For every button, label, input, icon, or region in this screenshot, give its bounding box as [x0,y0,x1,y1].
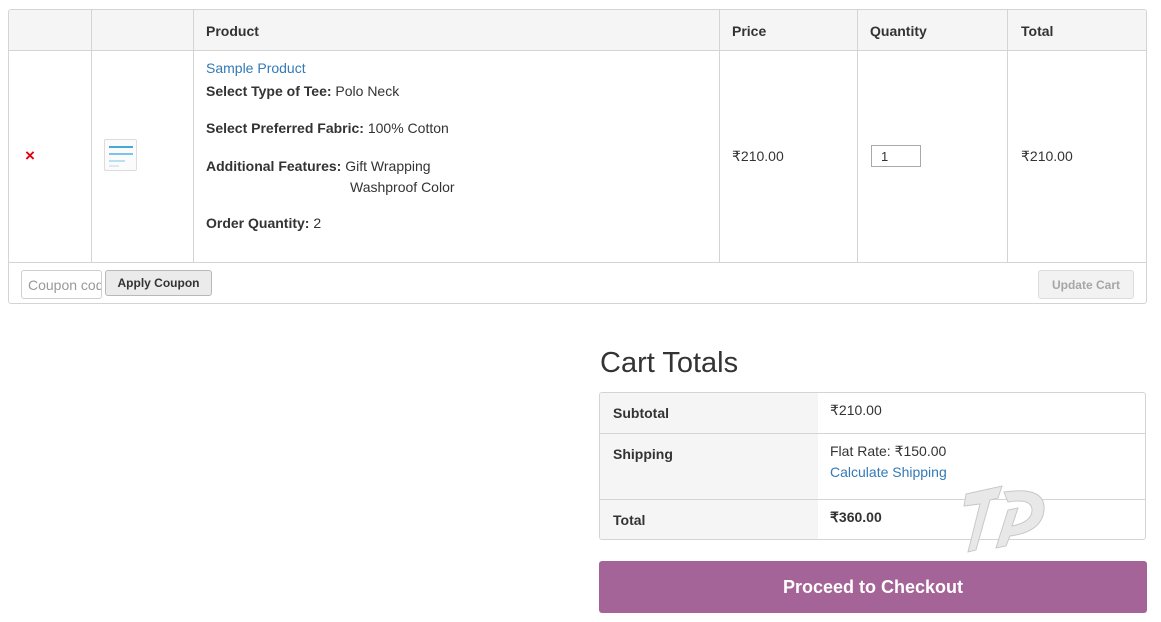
header-product: Product [206,23,259,39]
meta-order-quantity: Order Quantity: 2 [206,213,321,233]
header-quantity: Quantity [870,23,927,39]
calculate-shipping-link[interactable]: Calculate Shipping [830,464,947,480]
product-name-link[interactable]: Sample Product [206,60,306,76]
col-remove [9,10,92,262]
coupon-input[interactable] [21,270,102,299]
meta-fabric: Select Preferred Fabric: 100% Cotton [206,118,449,138]
cart-totals-title: Cart Totals [600,347,739,379]
item-total: ₹210.00 [1021,148,1073,164]
header-total: Total [1021,23,1054,39]
meta-additional-features: Additional Features: Gift Wrapping [206,156,431,176]
shipping-label-cell [600,434,818,499]
meta-label: Select Type of Tee: [206,83,332,99]
cart-totals-table: Subtotal ₹210.00 Shipping Flat Rate: ₹15… [599,392,1146,540]
meta-value: Polo Neck [335,83,400,99]
quantity-input[interactable] [871,145,921,167]
col-price [720,10,858,262]
meta-type-of-tee: Select Type of Tee: Polo Neck [206,81,399,101]
product-thumbnail[interactable] [104,139,137,171]
remove-item-icon[interactable]: × [25,147,35,164]
apply-coupon-button[interactable]: Apply Coupon [105,270,212,296]
shipping-value: Flat Rate: ₹150.00 [830,443,947,459]
meta-value-2: Washproof Color [350,179,455,195]
meta-value: 2 [313,215,322,231]
cart-table: Product Price Quantity Total × Sample Pr… [8,9,1147,304]
meta-value: 100% Cotton [367,120,449,136]
shipping-label: Shipping [613,446,673,462]
total-value: ₹360.00 [830,509,882,525]
cart-actions: Apply Coupon Update Cart [9,262,1146,303]
total-label: Total [613,512,646,528]
proceed-to-checkout-button[interactable]: Proceed to Checkout [599,561,1147,613]
meta-label: Select Preferred Fabric: [206,120,364,136]
col-thumbnail [92,10,194,262]
meta-label: Additional Features: [206,158,342,174]
meta-label: Order Quantity: [206,215,310,231]
col-quantity [858,10,1008,262]
subtotal-value: ₹210.00 [830,402,882,418]
watermark-logo-icon [963,485,1045,553]
update-cart-button[interactable]: Update Cart [1038,270,1134,299]
header-price: Price [732,23,767,39]
subtotal-label: Subtotal [613,405,669,421]
meta-value: Gift Wrapping [345,158,431,174]
item-price: ₹210.00 [732,148,784,164]
